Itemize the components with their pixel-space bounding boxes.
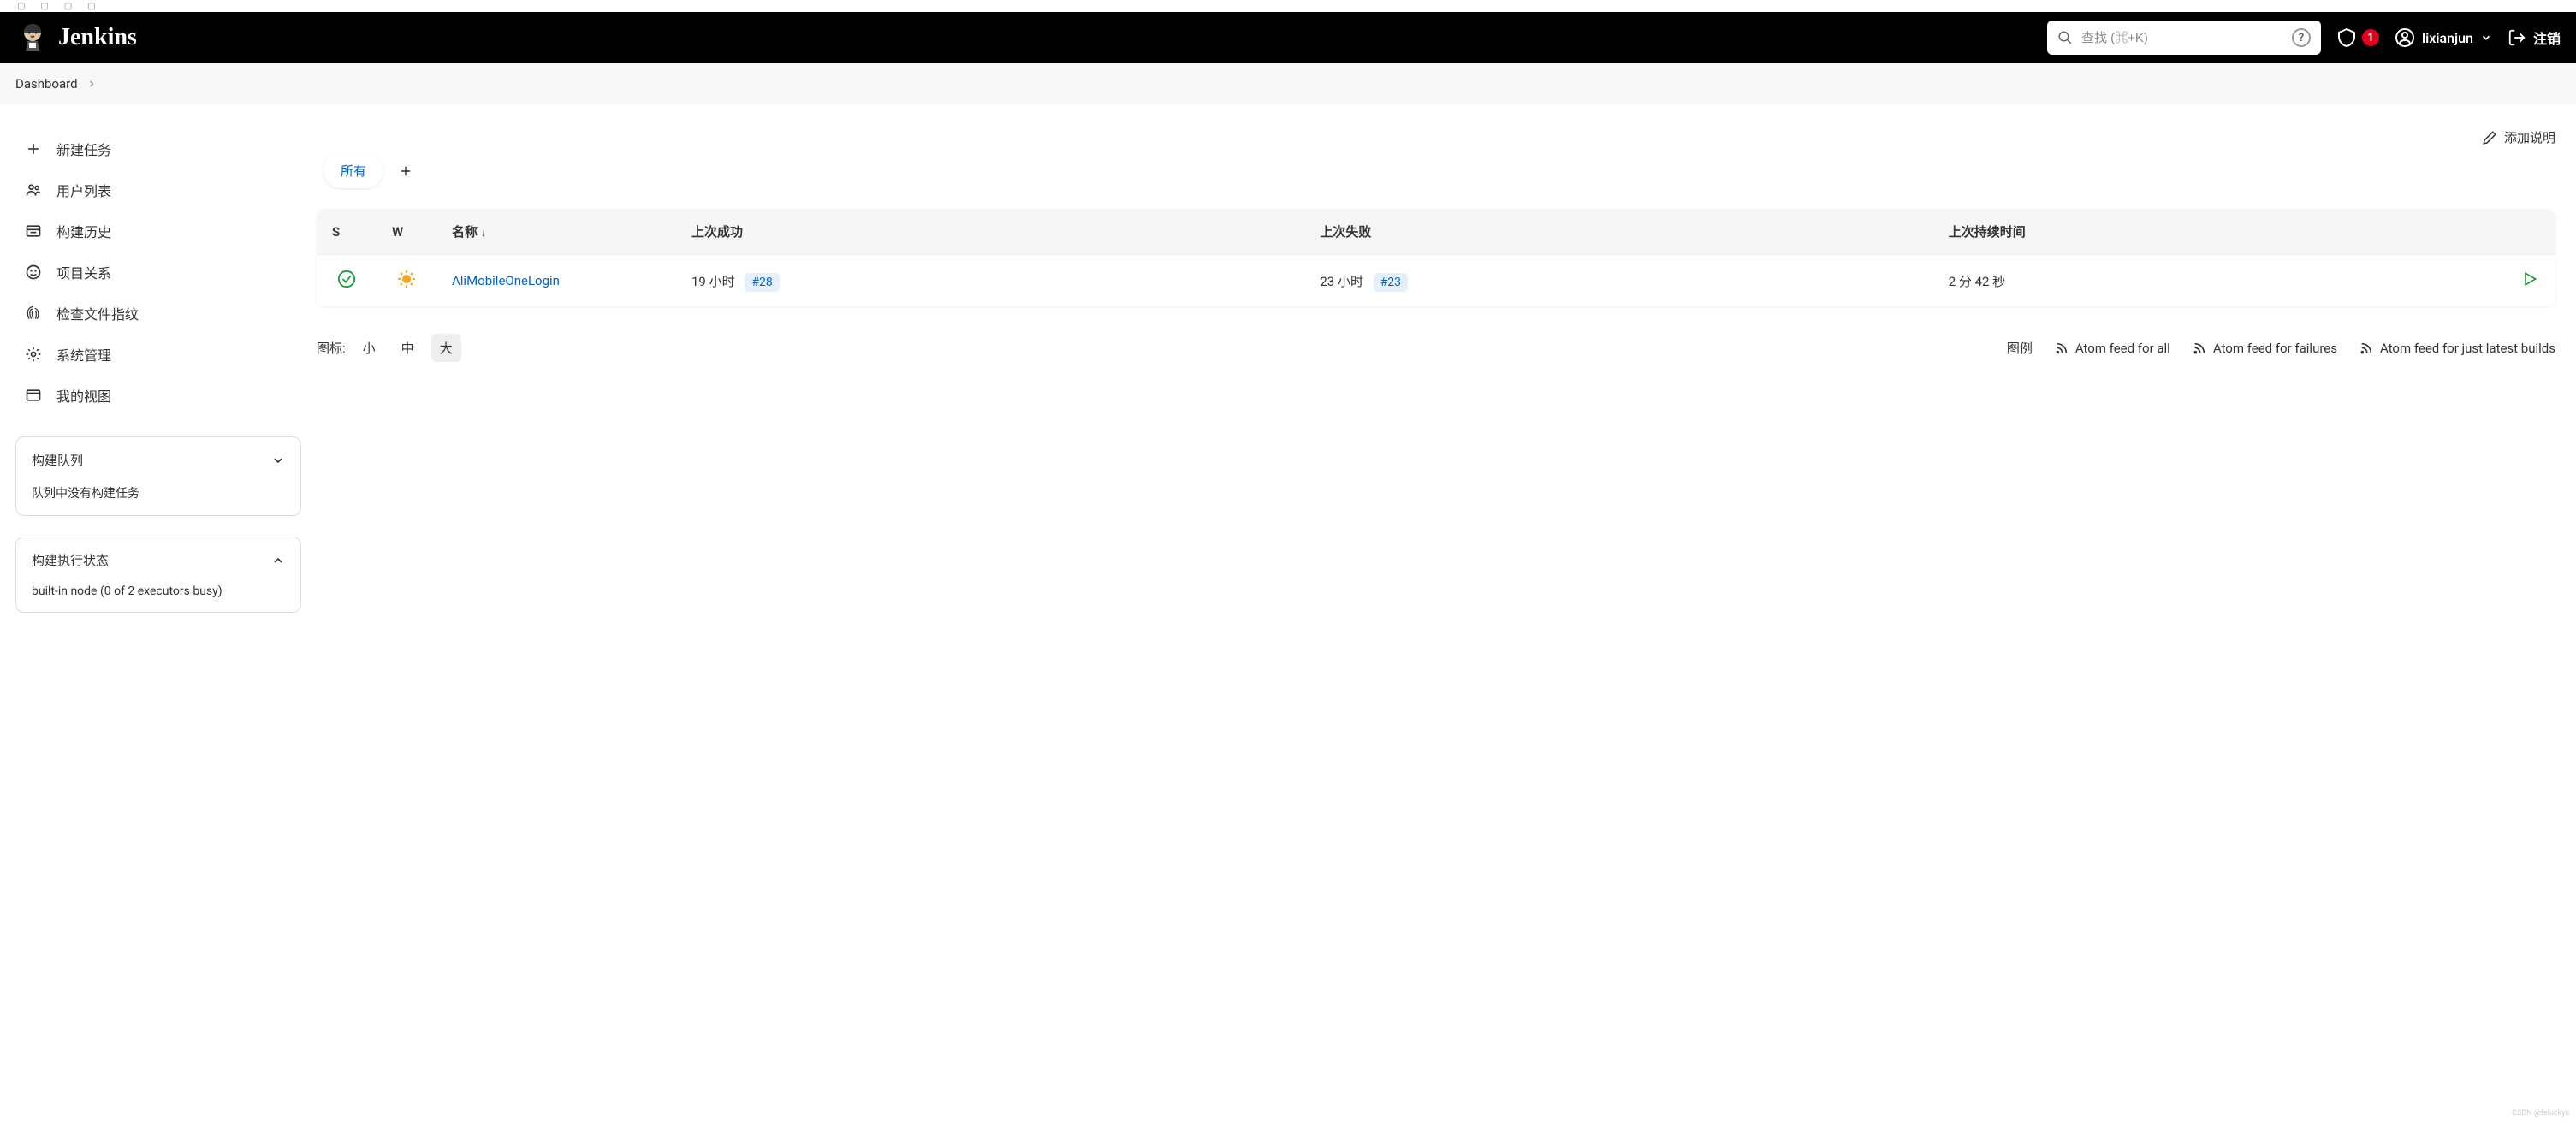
add-tab-button[interactable] [389, 154, 423, 188]
legend-link[interactable]: 图例 [2007, 339, 2033, 357]
plus-icon [24, 139, 43, 158]
sidebar-item-fingerprint[interactable]: 检查文件指纹 [15, 293, 301, 334]
last-success-build-link[interactable]: #28 [745, 273, 779, 292]
sidebar: 新建任务 用户列表 构建历史 项目关系 检查文件指纹 系统管理 [0, 104, 317, 637]
sort-down-icon: ↓ [481, 227, 486, 239]
size-large-button[interactable]: 大 [431, 334, 461, 362]
build-queue-panel: 构建队列 队列中没有构建任务 [15, 436, 301, 516]
sidebar-item-label: 构建历史 [56, 221, 111, 241]
atom-all-link[interactable]: Atom feed for all [2055, 341, 2170, 356]
tab-all[interactable]: 所有 [323, 153, 383, 188]
sidebar-nav: 新建任务 用户列表 构建历史 项目关系 检查文件指纹 系统管理 [15, 128, 301, 416]
main-content: 添加说明 所有 S W 名称↓ 上次成功 上次失败 上次持续时间 [317, 104, 2576, 637]
main-header: Jenkins ? 1 lixianjun 注销 [0, 12, 2576, 63]
sidebar-item-label: 系统管理 [56, 344, 111, 365]
search-icon [2057, 30, 2073, 45]
executor-status-title: 构建执行状态 [32, 551, 109, 569]
user-menu[interactable]: lixianjun [2395, 27, 2492, 48]
logo[interactable]: Jenkins [15, 21, 137, 55]
icon-size-label: 图标: [317, 339, 346, 357]
sidebar-item-label: 检查文件指纹 [56, 303, 139, 323]
col-header-name[interactable]: 名称↓ [436, 209, 676, 254]
table-row: AliMobileOneLogin 19 小时 #28 23 小时 #23 2 … [317, 254, 2555, 306]
atom-failures-link[interactable]: Atom feed for failures [2193, 341, 2337, 356]
jenkins-logo-icon [15, 21, 50, 55]
plus-icon [398, 163, 413, 179]
sidebar-item-manage[interactable]: 系统管理 [15, 334, 301, 375]
history-icon [24, 222, 43, 240]
add-description-label: 添加说明 [2504, 128, 2555, 146]
logout-button[interactable]: 注销 [2508, 27, 2561, 48]
search-box[interactable]: ? [2047, 21, 2321, 55]
breadcrumb-item-dashboard[interactable]: Dashboard [15, 76, 78, 92]
chevron-up-icon [271, 554, 285, 567]
last-success-time: 19 小时 [691, 274, 735, 289]
col-header-last-failure[interactable]: 上次失败 [1304, 209, 1932, 254]
executor-node-text: built-in node (0 of 2 executors busy) [32, 584, 285, 598]
sidebar-item-label: 新建任务 [56, 139, 111, 159]
col-header-weather[interactable]: W [377, 209, 436, 254]
sidebar-item-new-item[interactable]: 新建任务 [15, 128, 301, 169]
job-name-link[interactable]: AliMobileOneLogin [452, 273, 560, 288]
size-small-button[interactable]: 小 [354, 334, 384, 362]
rss-icon [2055, 341, 2069, 355]
people-icon [24, 181, 43, 199]
alerts-button[interactable]: 1 [2336, 27, 2379, 48]
sidebar-item-label: 用户列表 [56, 180, 111, 200]
watermark: CSDN @feluckys [2512, 1109, 2569, 1118]
sidebar-item-my-views[interactable]: 我的视图 [15, 375, 301, 416]
jobs-table: S W 名称↓ 上次成功 上次失败 上次持续时间 [317, 209, 2555, 306]
last-failure-build-link[interactable]: #23 [1374, 273, 1408, 292]
user-icon [2395, 27, 2415, 48]
weather-sunny-icon [396, 269, 417, 289]
rss-icon [2359, 341, 2373, 355]
build-queue-toggle[interactable]: 构建队列 [32, 451, 285, 469]
executor-status-toggle[interactable]: 构建执行状态 [32, 551, 285, 569]
sidebar-item-people[interactable]: 用户列表 [15, 169, 301, 211]
last-failure-time: 23 小时 [1320, 274, 1363, 289]
sidebar-item-project-relationship[interactable]: 项目关系 [15, 252, 301, 293]
size-medium-button[interactable]: 中 [393, 334, 423, 362]
window-icon [24, 386, 43, 405]
build-queue-title: 构建队列 [32, 451, 83, 469]
executor-status-panel: 构建执行状态 built-in node (0 of 2 executors b… [15, 537, 301, 613]
search-input[interactable] [2081, 31, 2283, 45]
edit-icon [2482, 130, 2497, 145]
logout-label: 注销 [2533, 27, 2561, 48]
alert-count-badge: 1 [2362, 29, 2379, 46]
rss-icon [2193, 341, 2206, 355]
col-header-last-success[interactable]: 上次成功 [676, 209, 1304, 254]
col-header-status[interactable]: S [317, 209, 377, 254]
status-success-icon [337, 270, 356, 288]
breadcrumb: Dashboard [0, 63, 2576, 104]
smile-icon [24, 263, 43, 282]
last-duration: 2 分 42 秒 [1933, 254, 2504, 306]
logout-icon [2508, 28, 2526, 47]
username-label: lixianjun [2422, 30, 2473, 46]
run-build-button[interactable] [2521, 270, 2538, 288]
chevron-down-icon [271, 454, 285, 467]
brand-text: Jenkins [58, 24, 137, 51]
sidebar-item-label: 我的视图 [56, 385, 111, 406]
chevron-down-icon [2480, 32, 2492, 44]
atom-latest-link[interactable]: Atom feed for just latest builds [2359, 341, 2555, 356]
chevron-right-icon [86, 79, 97, 89]
table-footer: 图标: 小 中 大 图例 Atom feed for all Atom feed… [317, 334, 2555, 362]
icon-size-selector: 图标: 小 中 大 [317, 334, 461, 362]
play-icon [2521, 270, 2538, 288]
fingerprint-icon [24, 304, 43, 323]
col-header-last-duration[interactable]: 上次持续时间 [1933, 209, 2504, 254]
sidebar-item-label: 项目关系 [56, 262, 111, 282]
sidebar-item-build-history[interactable]: 构建历史 [15, 211, 301, 252]
add-description-button[interactable]: 添加说明 [2482, 128, 2555, 146]
help-icon[interactable]: ? [2292, 28, 2311, 47]
build-queue-empty: 队列中没有构建任务 [32, 484, 285, 501]
browser-tab-strip: ▢▢▢▢ [0, 0, 2576, 12]
gear-icon [24, 345, 43, 364]
view-tabs: 所有 [317, 153, 2555, 188]
